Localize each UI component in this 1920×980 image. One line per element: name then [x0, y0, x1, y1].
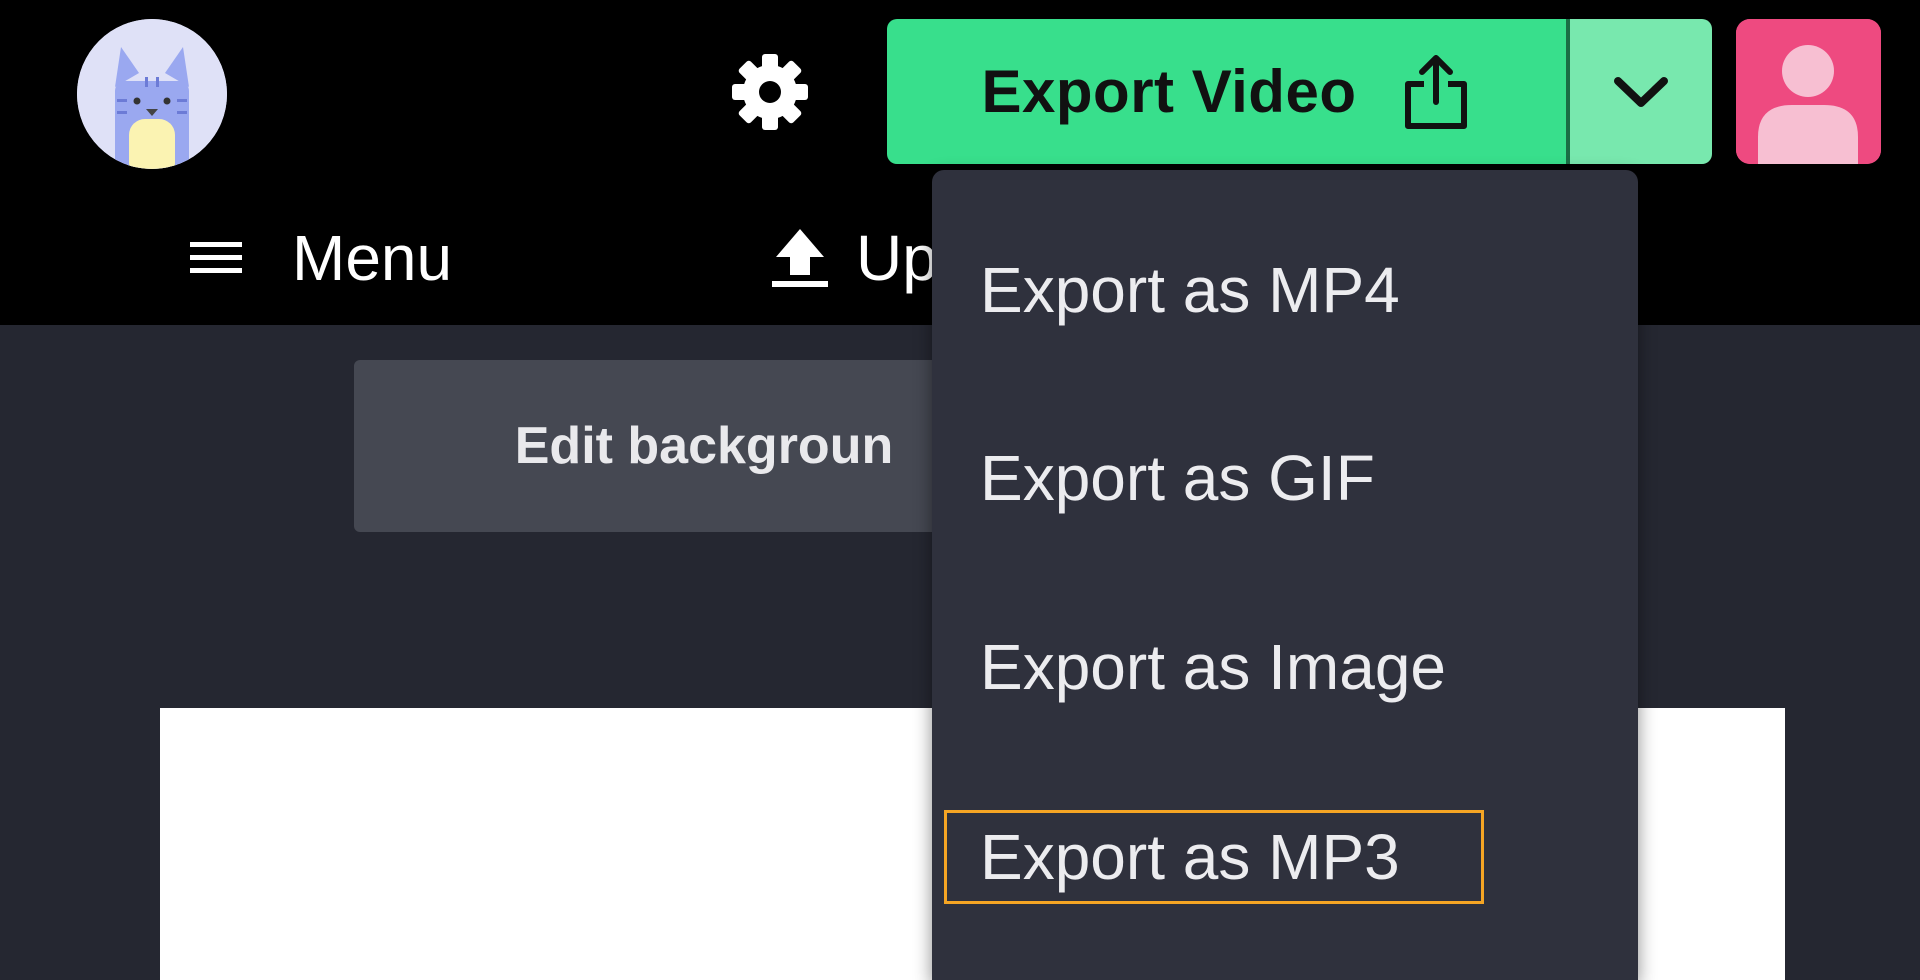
upload-icon [772, 229, 828, 287]
gear-icon[interactable] [730, 52, 810, 132]
chevron-down-icon [1614, 76, 1668, 107]
user-avatar-icon[interactable] [1736, 19, 1881, 164]
export-mp4-label: Export as MP4 [980, 254, 1400, 326]
export-video-button[interactable]: Export Video [887, 19, 1567, 164]
hamburger-icon [190, 242, 242, 273]
menu-label: Menu [292, 222, 453, 294]
upload-button[interactable]: Up [770, 218, 938, 298]
export-mp4-option[interactable]: Export as MP4 [980, 245, 1400, 335]
export-mp3-label: Export as MP3 [980, 821, 1400, 893]
menu-button[interactable]: Menu [190, 218, 452, 298]
share-upload-icon [1405, 54, 1468, 129]
export-image-label: Export as Image [980, 631, 1446, 703]
export-options-toggle[interactable] [1570, 19, 1712, 164]
export-options-dropdown: Export as MP4 Export as GIF Export as Im… [932, 170, 1638, 980]
export-mp3-option[interactable]: Export as MP3 [980, 812, 1400, 902]
export-gif-option[interactable]: Export as GIF [980, 433, 1375, 523]
export-gif-label: Export as GIF [980, 442, 1375, 514]
upload-label: Up [856, 222, 938, 294]
export-video-label: Export Video [981, 58, 1357, 125]
export-image-option[interactable]: Export as Image [980, 622, 1446, 712]
cat-logo-icon[interactable] [77, 19, 227, 169]
edit-background-label: Edit backgroun [514, 417, 894, 475]
